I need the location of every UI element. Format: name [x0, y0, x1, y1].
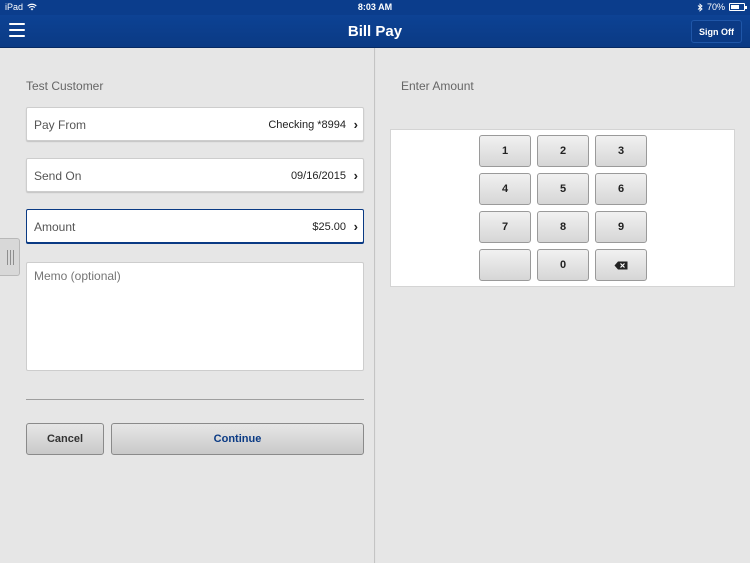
bill-pay-form-pane: Test Customer Pay From Checking *8994 › … [0, 48, 375, 563]
enter-amount-heading: Enter Amount [401, 79, 474, 93]
key-2[interactable]: 2 [537, 135, 589, 167]
drag-handle[interactable] [0, 238, 20, 276]
key-4[interactable]: 4 [479, 173, 531, 205]
key-0[interactable]: 0 [537, 249, 589, 281]
chevron-right-icon: › [353, 117, 358, 132]
send-on-value: 09/16/2015 [290, 170, 346, 182]
pay-from-label: Pay From [34, 118, 87, 132]
status-bar-right: 70% [697, 2, 747, 12]
hamburger-menu-icon[interactable] [9, 23, 25, 37]
sign-off-button[interactable]: Sign Off [691, 20, 742, 43]
chevron-right-icon: › [353, 168, 358, 183]
bluetooth-icon [697, 2, 703, 12]
send-on-field[interactable]: Send On 09/16/2015 › [26, 158, 364, 192]
key-blank[interactable] [479, 249, 531, 281]
key-backspace[interactable] [595, 249, 647, 281]
pay-from-value: Checking *8994 [268, 119, 346, 131]
status-time: 8:03 AM [357, 2, 393, 12]
battery-icon [729, 3, 747, 11]
battery-level [731, 5, 739, 9]
memo-input[interactable] [26, 262, 364, 371]
key-6[interactable]: 6 [595, 173, 647, 205]
nav-bar: Bill Pay Sign Off [0, 15, 750, 48]
cancel-button[interactable]: Cancel [26, 423, 104, 455]
amount-value: $25.00 [312, 221, 346, 233]
keypad: 1 2 3 4 5 6 7 8 9 0 [390, 129, 735, 287]
backspace-icon [614, 261, 628, 270]
send-on-label: Send On [34, 169, 82, 183]
amount-label: Amount [34, 220, 76, 234]
chevron-right-icon: › [353, 219, 358, 234]
amount-field[interactable]: Amount $25.00 › [26, 209, 364, 243]
key-8[interactable]: 8 [537, 211, 589, 243]
pay-from-field[interactable]: Pay From Checking *8994 › [26, 107, 364, 141]
keypad-pane: Enter Amount 1 2 3 4 5 6 7 8 9 0 [376, 48, 750, 563]
form-divider [26, 399, 364, 400]
battery-percent: 70% [706, 2, 725, 12]
key-7[interactable]: 7 [479, 211, 531, 243]
continue-button[interactable]: Continue [111, 423, 364, 455]
key-1[interactable]: 1 [479, 135, 531, 167]
status-bar: iPad 8:03 AM 70% [0, 0, 750, 15]
page-title: Bill Pay [347, 23, 403, 40]
key-9[interactable]: 9 [595, 211, 647, 243]
key-3[interactable]: 3 [595, 135, 647, 167]
key-5[interactable]: 5 [537, 173, 589, 205]
customer-name: Test Customer [26, 79, 104, 93]
